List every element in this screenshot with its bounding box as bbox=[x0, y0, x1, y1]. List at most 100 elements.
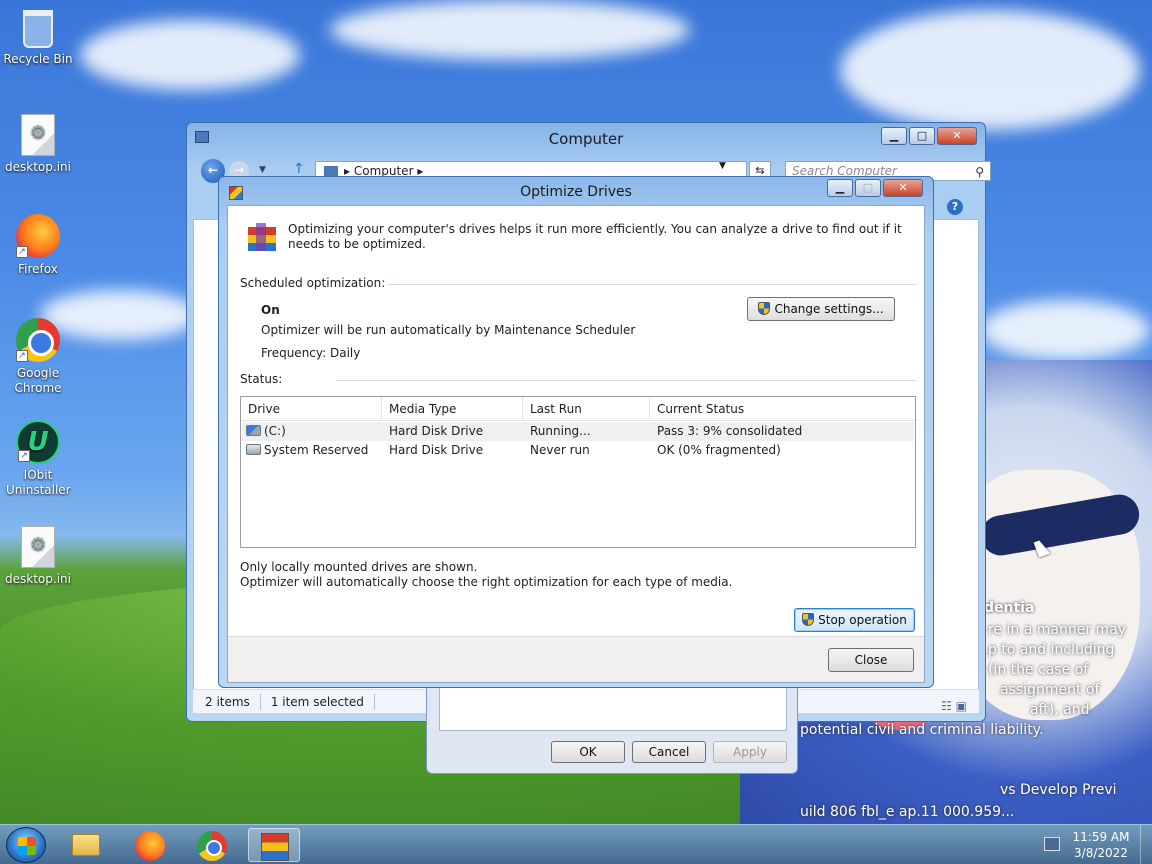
windows-logo-icon bbox=[18, 837, 36, 855]
dialog-client-area: Optimizing your computer's drives helps … bbox=[227, 205, 925, 683]
header-description: Optimizing your computer's drives helps … bbox=[288, 222, 902, 251]
wallpaper-text: p to and including bbox=[988, 642, 1115, 658]
drives-list[interactable]: Drive Media Type Last Run Current Status… bbox=[240, 396, 916, 548]
taskbar-optimize-drives[interactable] bbox=[248, 828, 300, 862]
change-settings-button[interactable]: Change settings... bbox=[747, 297, 895, 321]
window-title: Computer bbox=[548, 130, 624, 148]
wallpaper-text: re in a manner may bbox=[988, 622, 1127, 638]
drive-current-status: Pass 3: 9% consolidated bbox=[657, 424, 803, 438]
section-divider bbox=[388, 284, 916, 285]
folder-icon bbox=[72, 834, 100, 856]
drive-current-status: OK (0% fragmented) bbox=[657, 443, 781, 457]
firefox-icon bbox=[135, 831, 165, 861]
desktop-icon-recycle-bin[interactable]: Recycle Bin bbox=[0, 10, 76, 67]
iobit-icon: U ↗ bbox=[16, 420, 60, 464]
recent-pages-icon[interactable]: ▼ bbox=[259, 165, 266, 175]
column-header-media-type[interactable]: Media Type bbox=[382, 397, 523, 421]
optimize-drives-window[interactable]: Optimize Drives ▁ □ ✕ Optimizing your co… bbox=[218, 176, 934, 688]
footer-divider bbox=[228, 636, 924, 637]
hard-drive-icon bbox=[246, 444, 261, 455]
firefox-icon: ↗ bbox=[16, 214, 60, 258]
drive-media-type: Hard Disk Drive bbox=[389, 443, 484, 457]
settings-file-icon bbox=[21, 526, 55, 568]
desktop-icon-firefox[interactable]: ↗ Firefox bbox=[0, 214, 76, 277]
taskbar-chrome[interactable] bbox=[186, 828, 238, 862]
drive-name: (C:) bbox=[246, 422, 286, 441]
wallpaper-text: dentia bbox=[984, 600, 1035, 616]
apply-button[interactable]: Apply bbox=[713, 741, 787, 763]
column-header-last-run[interactable]: Last Run bbox=[523, 397, 650, 421]
minimize-button[interactable]: ▁ bbox=[881, 127, 907, 145]
desktop-icon-label: Recycle Bin bbox=[3, 52, 73, 66]
drive-media-type: Hard Disk Drive bbox=[389, 424, 484, 438]
maximize-button[interactable]: □ bbox=[855, 179, 881, 197]
drive-row[interactable]: (C:) Hard Disk Drive Running... Pass 3: … bbox=[242, 422, 914, 441]
wallpaper-text: (in the case of bbox=[988, 662, 1089, 678]
close-dialog-button[interactable]: Close bbox=[828, 648, 914, 672]
schedule-frequency: Frequency: Daily bbox=[261, 346, 361, 360]
cancel-button[interactable]: Cancel bbox=[632, 741, 706, 763]
taskbar-firefox[interactable] bbox=[124, 828, 176, 862]
shortcut-arrow-icon: ↗ bbox=[18, 450, 30, 462]
computer-icon bbox=[324, 166, 338, 176]
desktop-icon-chrome[interactable]: ↗ Google Chrome bbox=[0, 318, 76, 396]
wallpaper-text: uild 806 fbl_e ap.11 000.959... bbox=[800, 804, 1015, 820]
defrag-app-icon bbox=[261, 833, 289, 861]
start-button[interactable] bbox=[6, 827, 46, 863]
desktop-icon-label: Google Chrome bbox=[14, 366, 62, 395]
recycle-bin-icon bbox=[23, 10, 53, 48]
wallpaper-cloud bbox=[80, 20, 300, 90]
drive-row[interactable]: System Reserved Hard Disk Drive Never ru… bbox=[242, 441, 914, 460]
list-header: Drive Media Type Last Run Current Status bbox=[241, 397, 915, 421]
search-icon[interactable]: ⚲ bbox=[975, 163, 984, 181]
item-count: 2 items bbox=[205, 694, 250, 709]
up-button[interactable]: ↑ bbox=[293, 161, 305, 177]
desktop-icon-label: desktop.ini bbox=[5, 572, 71, 586]
ok-button[interactable]: OK bbox=[551, 741, 625, 763]
settings-file-icon bbox=[21, 114, 55, 156]
clock-date: 3/8/2022 bbox=[1074, 846, 1128, 860]
chrome-icon bbox=[197, 831, 227, 861]
column-header-drive[interactable]: Drive bbox=[241, 397, 382, 421]
stop-operation-label: Stop operation bbox=[818, 613, 907, 627]
schedule-description: Optimizer will be run automatically by M… bbox=[261, 323, 636, 337]
system-clock[interactable]: 11:59 AM 3/8/2022 bbox=[1070, 829, 1132, 861]
chrome-icon: ↗ bbox=[16, 318, 60, 362]
scheduled-optimization-label: Scheduled optimization: bbox=[240, 276, 386, 290]
wallpaper-text: aft), and bbox=[1030, 702, 1090, 718]
desktop-icon-desktop-ini[interactable]: desktop.ini bbox=[0, 114, 76, 175]
close-button[interactable]: ✕ bbox=[937, 127, 977, 145]
section-divider bbox=[336, 380, 916, 381]
status-label: Status: bbox=[240, 372, 283, 386]
wallpaper-text: assignment of bbox=[1000, 682, 1100, 698]
maximize-button[interactable]: □ bbox=[909, 127, 935, 145]
taskbar-explorer[interactable] bbox=[60, 828, 112, 862]
optimize-drives-icon bbox=[248, 223, 276, 251]
note-optimization-type: Optimizer will automatically choose the … bbox=[240, 575, 733, 589]
minimize-button[interactable]: ▁ bbox=[827, 179, 853, 197]
desktop-icon-label: IObit Uninstaller bbox=[6, 468, 71, 497]
column-header-current-status[interactable]: Current Status bbox=[650, 397, 916, 421]
wallpaper-cloud bbox=[980, 300, 1150, 360]
action-center-icon[interactable] bbox=[1044, 837, 1060, 851]
change-settings-label: Change settings... bbox=[774, 302, 884, 316]
windows-drive-icon bbox=[246, 425, 261, 436]
drive-last-run: Running... bbox=[530, 424, 591, 438]
desktop-icon-iobit-uninstaller[interactable]: U ↗ IObit Uninstaller bbox=[0, 420, 76, 498]
show-desktop-button[interactable] bbox=[1140, 825, 1152, 864]
stop-operation-button[interactable]: Stop operation bbox=[794, 608, 915, 632]
clock-time: 11:59 AM bbox=[1072, 830, 1130, 844]
shortcut-arrow-icon: ↗ bbox=[16, 350, 28, 362]
uac-shield-icon bbox=[758, 302, 771, 315]
address-dropdown-icon[interactable]: ▼ bbox=[719, 161, 733, 171]
desktop-icon-label: Firefox bbox=[18, 262, 58, 276]
selection-count: 1 item selected bbox=[270, 694, 364, 709]
help-icon[interactable]: ? bbox=[947, 199, 963, 215]
wallpaper-cloud bbox=[330, 0, 690, 60]
desktop-icon-desktop-ini-2[interactable]: desktop.ini bbox=[0, 526, 76, 587]
drive-name: System Reserved bbox=[246, 441, 368, 460]
view-toggle-icons[interactable]: ☷ ▣ bbox=[941, 694, 967, 718]
shortcut-arrow-icon: ↗ bbox=[16, 246, 28, 258]
close-button[interactable]: ✕ bbox=[883, 179, 923, 197]
wallpaper-cloud bbox=[840, 10, 1140, 130]
